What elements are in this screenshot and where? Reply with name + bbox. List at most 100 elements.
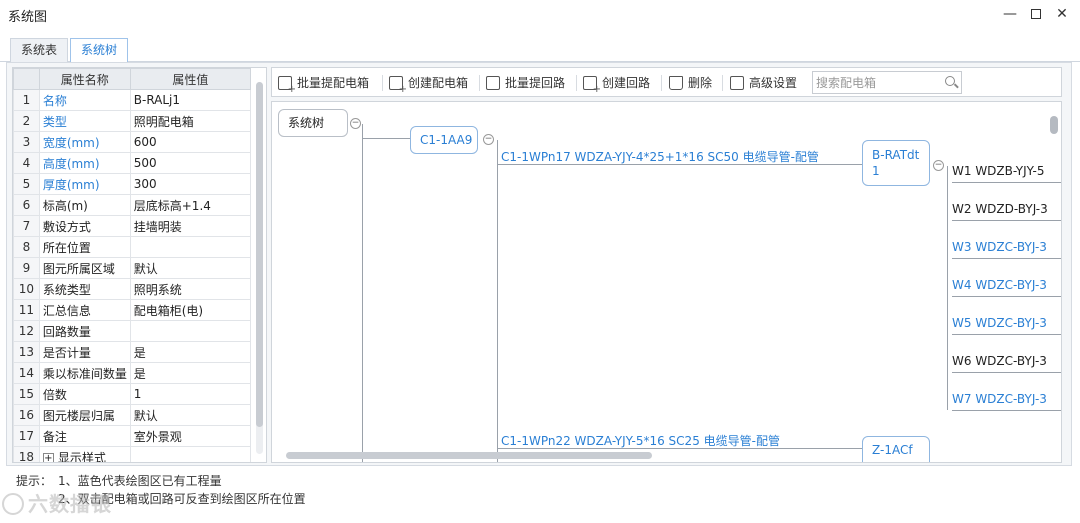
delete-button[interactable]: 删除 [669, 72, 712, 94]
tree-node-box-b-ratdt1[interactable]: B-RATdt 1 [862, 140, 930, 186]
row-index: 14 [13, 362, 40, 384]
settings-icon [730, 76, 744, 90]
canvas-horizontal-scrollbar[interactable] [286, 452, 652, 459]
property-name: 名称 [38, 89, 131, 111]
create-box-button[interactable]: 创建配电箱 [389, 72, 468, 95]
property-row[interactable]: 9 图元所属区域 默认 [13, 257, 252, 279]
watermark: 六数播银 [0, 488, 160, 523]
property-row[interactable]: 4 高度(mm) 500 [13, 152, 252, 174]
tab-bar: 系统表 系统树 [0, 36, 1080, 63]
maximize-button[interactable] [1024, 4, 1048, 24]
property-name: 系统类型 [38, 278, 131, 300]
corner-header [13, 68, 40, 90]
property-scroll-thumb[interactable] [256, 82, 263, 427]
close-button[interactable]: ✕ [1050, 4, 1074, 24]
tree-connector [362, 124, 363, 462]
property-row[interactable]: 10 系统类型 照明系统 [13, 278, 252, 300]
property-value[interactable]: 600 [129, 131, 252, 153]
row-index: 7 [13, 215, 40, 237]
property-row[interactable]: 7 敷设方式 挂墙明装 [13, 215, 252, 237]
property-row[interactable]: 17 备注 室外景观 [13, 425, 252, 447]
batch-pick-box-label: 批量提配电箱 [297, 76, 370, 90]
property-value[interactable]: 挂墙明装 [129, 215, 252, 237]
tree-connector [947, 166, 948, 410]
expand-icon[interactable]: + [42, 452, 54, 462]
property-row[interactable]: 3 宽度(mm) 600 [13, 131, 252, 153]
property-value[interactable]: 照明系统 [129, 278, 252, 300]
property-value[interactable]: 照明配电箱 [129, 110, 252, 132]
property-row[interactable]: 15 倍数 1 [13, 383, 252, 405]
property-value[interactable]: 1 [129, 383, 252, 405]
property-row[interactable]: 18 + 显示样式 [13, 446, 252, 462]
property-value[interactable]: 300 [129, 173, 252, 195]
row-index: 10 [13, 278, 40, 300]
property-row[interactable]: 8 所在位置 [13, 236, 252, 258]
property-value[interactable]: 500 [129, 152, 252, 174]
batch-pick-circuit-button[interactable]: 批量提回路 [486, 72, 565, 94]
property-value[interactable] [129, 320, 252, 342]
search-input[interactable] [813, 72, 935, 93]
tree-node-root[interactable]: 系统树 [278, 109, 348, 137]
search-box[interactable] [812, 71, 962, 94]
box2-line1: B-RATdt [872, 148, 920, 162]
tree-leaf-circuit[interactable]: W3 WDZC-BYJ-3 [952, 240, 1061, 259]
property-name-text: 所在位置 [42, 240, 91, 255]
canvas-vertical-scrollbar[interactable] [1050, 116, 1058, 134]
create-circuit-label: 创建回路 [602, 76, 651, 90]
property-value[interactable]: 默认 [129, 404, 252, 426]
search-icon[interactable] [945, 76, 955, 86]
tree-leaf-circuit[interactable]: W4 WDZC-BYJ-3 [952, 278, 1061, 297]
batch-pick-box-button[interactable]: 批量提配电箱 [278, 72, 370, 95]
property-row[interactable]: 2 类型 照明配电箱 [13, 110, 252, 132]
tree-connector [497, 448, 863, 449]
property-row[interactable]: 11 汇总信息 配电箱柜(电) [13, 299, 252, 321]
tree-leaf-circuit[interactable]: W5 WDZC-BYJ-3 [952, 316, 1061, 335]
collapse-toggle[interactable]: − [350, 118, 361, 129]
property-scrollbar[interactable] [256, 82, 263, 454]
tree-leaf-circuit[interactable]: W1 WDZB-YJY-5 [952, 164, 1061, 183]
system-tree-canvas[interactable]: 系统树 − C1-1AA9 − C1-1WPn17 WDZA-YJY-4*25+… [271, 101, 1062, 463]
property-value[interactable]: 是 [129, 341, 252, 363]
property-row[interactable]: 1 名称 B-RALj1 [13, 89, 252, 111]
tree-node-box-z-1acf[interactable]: Z-1ACf [862, 436, 930, 462]
tree-connector [497, 164, 863, 165]
minimize-button[interactable]: — [998, 4, 1022, 24]
create-circuit-button[interactable]: 创建回路 [583, 72, 651, 95]
tab-system-tree[interactable]: 系统树 [70, 38, 129, 63]
property-name: 敷设方式 [38, 215, 131, 237]
property-value[interactable]: 是 [129, 362, 252, 384]
toolbar-divider [661, 75, 662, 91]
property-value[interactable]: B-RALj1 [129, 89, 252, 111]
advanced-settings-button[interactable]: 高级设置 [730, 72, 797, 94]
row-index: 8 [13, 236, 40, 258]
property-row[interactable]: 16 图元楼层归属 默认 [13, 404, 252, 426]
property-value[interactable] [129, 236, 252, 258]
tree-cable-2[interactable]: C1-1WPn22 WDZA-YJY-5*16 SC25 电缆导管-配管 [501, 432, 780, 449]
property-value[interactable]: 室外景观 [129, 425, 252, 447]
row-index: 4 [13, 152, 40, 174]
property-value[interactable] [129, 446, 252, 462]
property-row[interactable]: 12 回路数量 [13, 320, 252, 342]
collapse-toggle[interactable]: − [483, 134, 494, 145]
property-row[interactable]: 6 标高(m) 层底标高+1.4 [13, 194, 252, 216]
property-panel: 属性名称 属性值 1 名称 B-RALj1 2 类型 照明配电箱 3 宽度(mm) 600 4 高度… [12, 67, 267, 463]
property-name: 类型 [38, 110, 131, 132]
tree-leaf-circuit[interactable]: W7 WDZC-BYJ-3 [952, 392, 1061, 411]
property-table: 属性名称 属性值 1 名称 B-RALj1 2 类型 照明配电箱 3 宽度(mm) 600 4 高度… [13, 68, 252, 462]
property-row[interactable]: 14 乘以标准间数量是 [13, 362, 252, 384]
header-property-name: 属性名称 [38, 68, 131, 90]
property-value[interactable]: 层底标高+1.4 [129, 194, 252, 216]
collapse-toggle[interactable]: − [933, 160, 944, 171]
property-row[interactable]: 13 是否计量 是 [13, 341, 252, 363]
tree-leaf-circuit[interactable]: W2 WDZD-BYJ-3 [952, 202, 1061, 221]
property-name: 所在位置 [38, 236, 131, 258]
property-row[interactable]: 5 厚度(mm) 300 [13, 173, 252, 195]
tab-system-table[interactable]: 系统表 [10, 38, 69, 62]
tree-leaf-circuit[interactable]: W6 WDZC-BYJ-3 [952, 354, 1061, 373]
property-value[interactable]: 配电箱柜(电) [129, 299, 252, 321]
property-value[interactable]: 默认 [129, 257, 252, 279]
property-name: 汇总信息 [38, 299, 131, 321]
property-name-text: 名称 [42, 93, 67, 108]
tree-cable-1[interactable]: C1-1WPn17 WDZA-YJY-4*25+1*16 SC50 电缆导管-配… [501, 148, 819, 165]
tree-node-box-c1-1aa9[interactable]: C1-1AA9 [410, 126, 478, 154]
